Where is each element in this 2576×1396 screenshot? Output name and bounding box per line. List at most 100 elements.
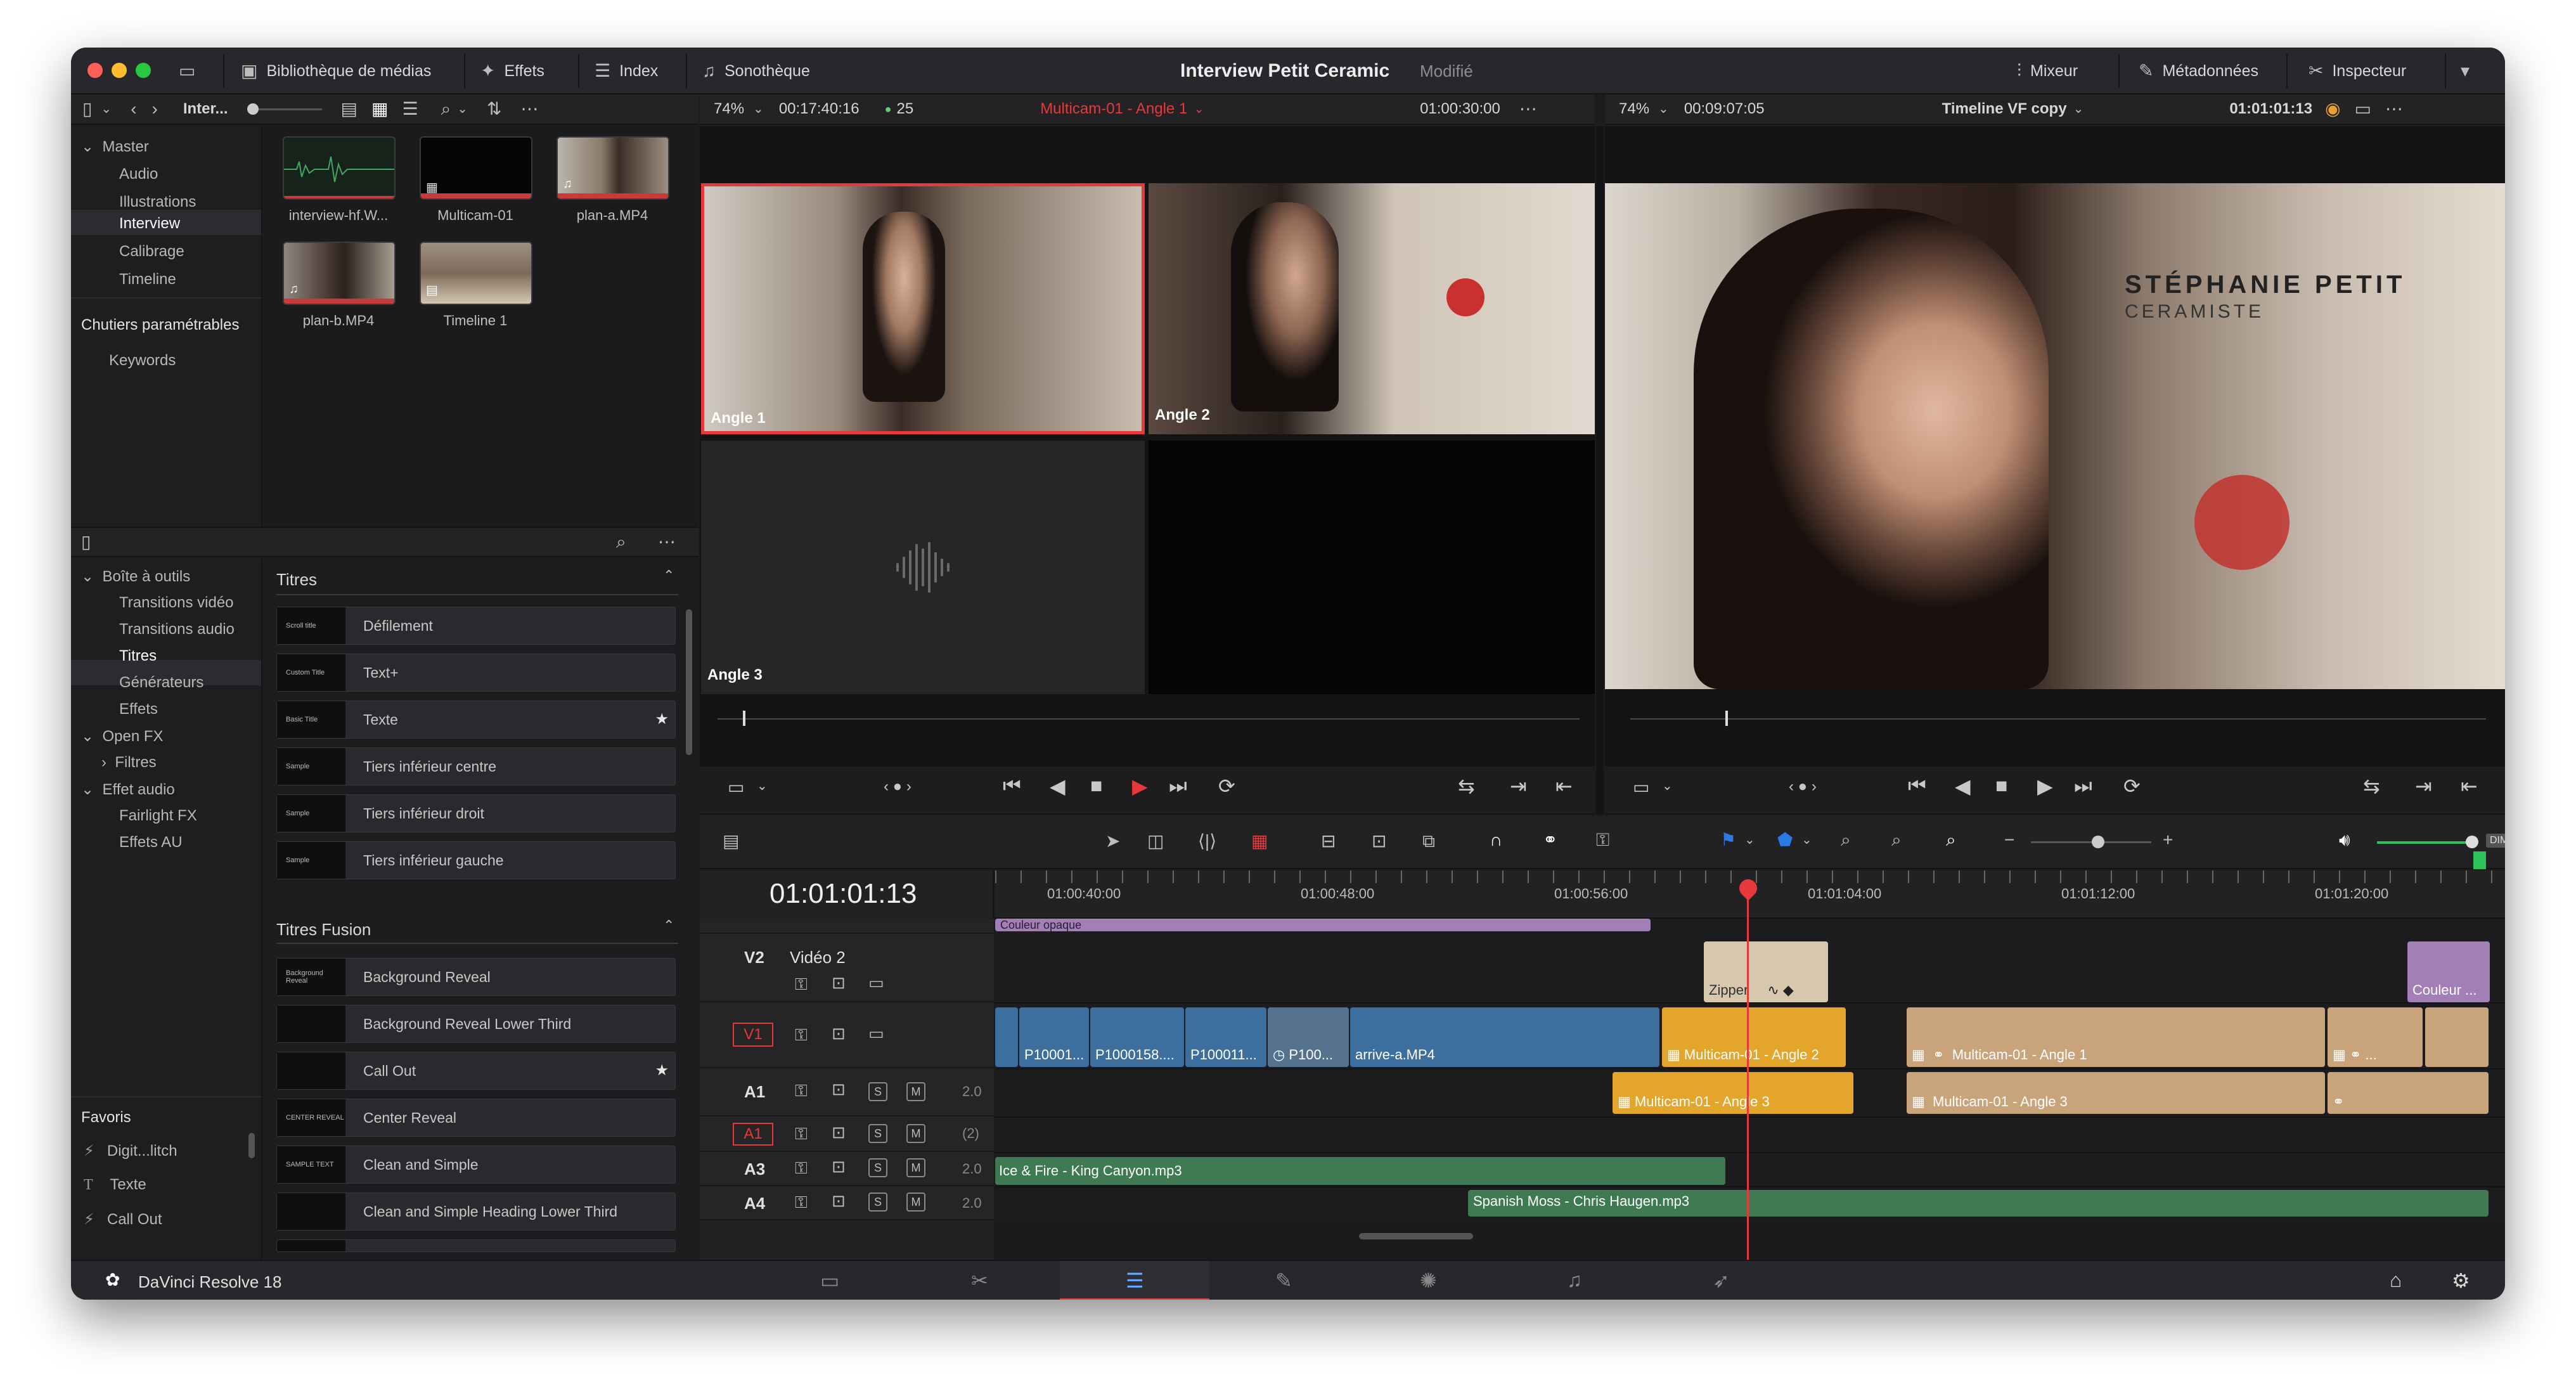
play-reverse-icon[interactable]: ◀ — [1050, 774, 1066, 798]
bin-illustrations[interactable]: Illustrations — [119, 193, 196, 211]
favorite-item[interactable]: ⚡ Call Out — [84, 1210, 162, 1229]
lock-icon[interactable]: ⚿ — [795, 976, 808, 992]
cut-page-icon[interactable]: ✂ — [971, 1269, 988, 1293]
go-to-end-icon[interactable]: ⏭ — [2074, 774, 2092, 798]
stop-icon[interactable]: ■ — [1995, 774, 2007, 798]
play-icon[interactable]: ▶ — [1132, 774, 1148, 798]
viewer-options-icon[interactable]: ▭ — [728, 777, 744, 798]
list-view-icon[interactable]: ☰ — [402, 100, 418, 118]
clip-v1-6[interactable]: ▦ Multicam-01 - Angle 2 — [1662, 1007, 1846, 1067]
source-scrub-bar[interactable] — [718, 718, 1580, 720]
viewer-mode-icon[interactable]: ▭ — [2355, 100, 2371, 118]
clip-v1-3[interactable]: P100011... — [1185, 1007, 1266, 1067]
clip-a1-1[interactable]: ▦ Multicam-01 - Angle 3 — [1613, 1072, 1853, 1114]
deliver-page-icon[interactable]: ➶ — [1713, 1269, 1730, 1293]
clip-thumbnail[interactable] — [283, 136, 396, 200]
effect-item[interactable]: Sample Tiers inférieur gauche — [276, 841, 676, 879]
zoom-custom-icon[interactable]: ⌕ — [1946, 831, 1956, 849]
jog-control-icon[interactable]: ‹ ● › — [1789, 778, 1817, 796]
effect-item[interactable]: Background Reveal Lower Third — [276, 1005, 676, 1043]
effect-category-item[interactable]: Générateurs — [119, 674, 203, 692]
clip-thumbnail[interactable]: ▤ — [420, 242, 532, 305]
auto-select-icon[interactable]: ⊡ — [832, 1124, 846, 1141]
lock-icon[interactable]: ⚿ — [795, 1026, 808, 1043]
v1-destination-button[interactable]: V1 — [733, 1023, 773, 1047]
clip-zipper[interactable]: Zipper ∿ ◆ — [1704, 941, 1828, 1002]
chevron-down-icon[interactable]: ⌄ — [457, 103, 468, 115]
bin-timeline[interactable]: Timeline — [119, 271, 176, 288]
track-name[interactable]: Vidéo 2 — [790, 948, 846, 967]
color-page-icon[interactable]: ✺ — [1420, 1269, 1437, 1293]
lock-icon[interactable]: ⚿ — [795, 1194, 808, 1210]
forward-icon[interactable]: › — [152, 100, 158, 118]
timeline-view-options-icon[interactable]: ▤ — [723, 832, 739, 850]
zoom-detail-icon[interactable]: ⌕ — [1891, 831, 1902, 849]
clip-a1-3[interactable]: ⚭ — [2328, 1072, 2489, 1114]
play-icon[interactable]: ▶ — [2037, 774, 2053, 798]
effect-item[interactable]: Sample Tiers inférieur droit — [276, 794, 676, 832]
bin-calibrage[interactable]: Calibrage — [119, 243, 184, 261]
trim-tool-icon[interactable]: ◫ — [1147, 832, 1164, 850]
index-button[interactable]: ☰ Index — [595, 48, 658, 94]
zoom-window-button[interactable] — [136, 63, 151, 78]
chevron-down-icon[interactable]: ⌄ — [1744, 834, 1755, 846]
effect-category-item[interactable]: Transitions audio — [119, 621, 235, 638]
back-icon[interactable]: ‹ — [131, 100, 136, 118]
link-icon[interactable]: ⚭ — [1543, 831, 1557, 849]
inspector-button[interactable]: ✂ Inspecteur — [2309, 48, 2406, 94]
source-clip-name[interactable]: Multicam-01 - Angle 1 — [1040, 100, 1187, 118]
replace-clip-icon[interactable]: ⧉ — [1422, 832, 1435, 850]
effect-item[interactable]: Scroll title Défilement — [276, 607, 676, 645]
clip-thumbnail[interactable]: ♫ — [283, 242, 396, 305]
stop-icon[interactable]: ■ — [1090, 774, 1102, 798]
more-options-icon[interactable]: ⋯ — [1519, 100, 1537, 118]
go-to-end-icon[interactable]: ⏭ — [1169, 774, 1187, 798]
chevron-down-icon[interactable]: ⌄ — [757, 778, 768, 794]
favorite-star-icon[interactable]: ★ — [655, 710, 669, 728]
effects-button[interactable]: ✦ Effets — [480, 48, 544, 94]
sort-icon[interactable]: ⇅ — [487, 100, 501, 118]
auto-select-icon[interactable]: ⊡ — [832, 1192, 846, 1209]
grid-view-icon[interactable]: ▦ — [371, 100, 388, 118]
bin-interview[interactable]: Interview — [119, 215, 180, 233]
effects-scrollbar[interactable] — [686, 609, 692, 755]
favorites-scrollbar[interactable] — [248, 1133, 255, 1158]
chevron-down-icon[interactable]: ⌄ — [753, 103, 764, 115]
mark-in-icon[interactable]: ⇥ — [1510, 774, 1527, 798]
bin-master[interactable]: ⌄ Master — [81, 138, 149, 156]
layout-toggle-icon[interactable]: ▭ — [179, 48, 195, 94]
mute-button[interactable]: M — [906, 1124, 925, 1143]
media-pool-button[interactable]: ▣ Bibliothèque de médias — [241, 48, 431, 94]
effect-category-item[interactable]: Fairlight FX — [119, 807, 197, 825]
go-to-start-icon[interactable]: ⏮ — [1003, 774, 1021, 798]
marker-icon[interactable]: ⬟ — [1777, 831, 1793, 849]
effect-category-item[interactable]: Effets AU — [119, 834, 183, 851]
auto-select-icon[interactable]: ⊡ — [832, 974, 846, 991]
expand-panel-icon[interactable]: ▾ — [2461, 48, 2470, 94]
settings-gear-icon[interactable]: ⚙ — [2452, 1269, 2470, 1293]
volume-knob[interactable] — [2466, 836, 2478, 848]
more-options-icon[interactable]: ⋯ — [521, 100, 539, 118]
media-page-icon[interactable]: ▭ — [820, 1269, 839, 1293]
auto-select-icon[interactable]: ⊡ — [832, 1158, 846, 1175]
zoom-full-icon[interactable]: ⌕ — [1841, 831, 1851, 849]
clip-a4-1[interactable]: Spanish Moss - Chris Haugen.mp3 — [1468, 1190, 2489, 1217]
timeline-playhead[interactable] — [1747, 879, 1749, 1260]
clip-v1-8[interactable]: ▦ ⚭ ... — [2328, 1007, 2423, 1067]
effect-category-item[interactable]: ⌄ Open FX — [81, 727, 164, 746]
lock-icon[interactable]: ⚿ — [795, 1082, 808, 1099]
home-icon[interactable]: ⌂ — [2390, 1269, 2402, 1292]
timeline-scrub-bar[interactable] — [1630, 718, 2486, 720]
insert-clip-icon[interactable]: ⊟ — [1321, 832, 1336, 850]
effect-item[interactable]: Custom Title Text+ — [276, 654, 676, 692]
angle-1-view[interactable]: Angle 1 — [701, 183, 1145, 434]
minimize-window-button[interactable] — [112, 63, 127, 78]
chevron-down-icon[interactable]: ⌄ — [1194, 103, 1204, 115]
chevron-down-icon[interactable]: ⌄ — [1658, 103, 1669, 115]
effect-item[interactable]: CENTER REVEAL Center Reveal — [276, 1099, 676, 1137]
solo-button[interactable]: S — [868, 1158, 887, 1177]
more-options-icon[interactable]: ⋯ — [2385, 100, 2403, 118]
favorite-star-icon[interactable]: ★ — [655, 1061, 669, 1080]
play-reverse-icon[interactable]: ◀ — [1955, 774, 1971, 798]
clip-thumbnail[interactable]: ♫ — [557, 136, 669, 200]
